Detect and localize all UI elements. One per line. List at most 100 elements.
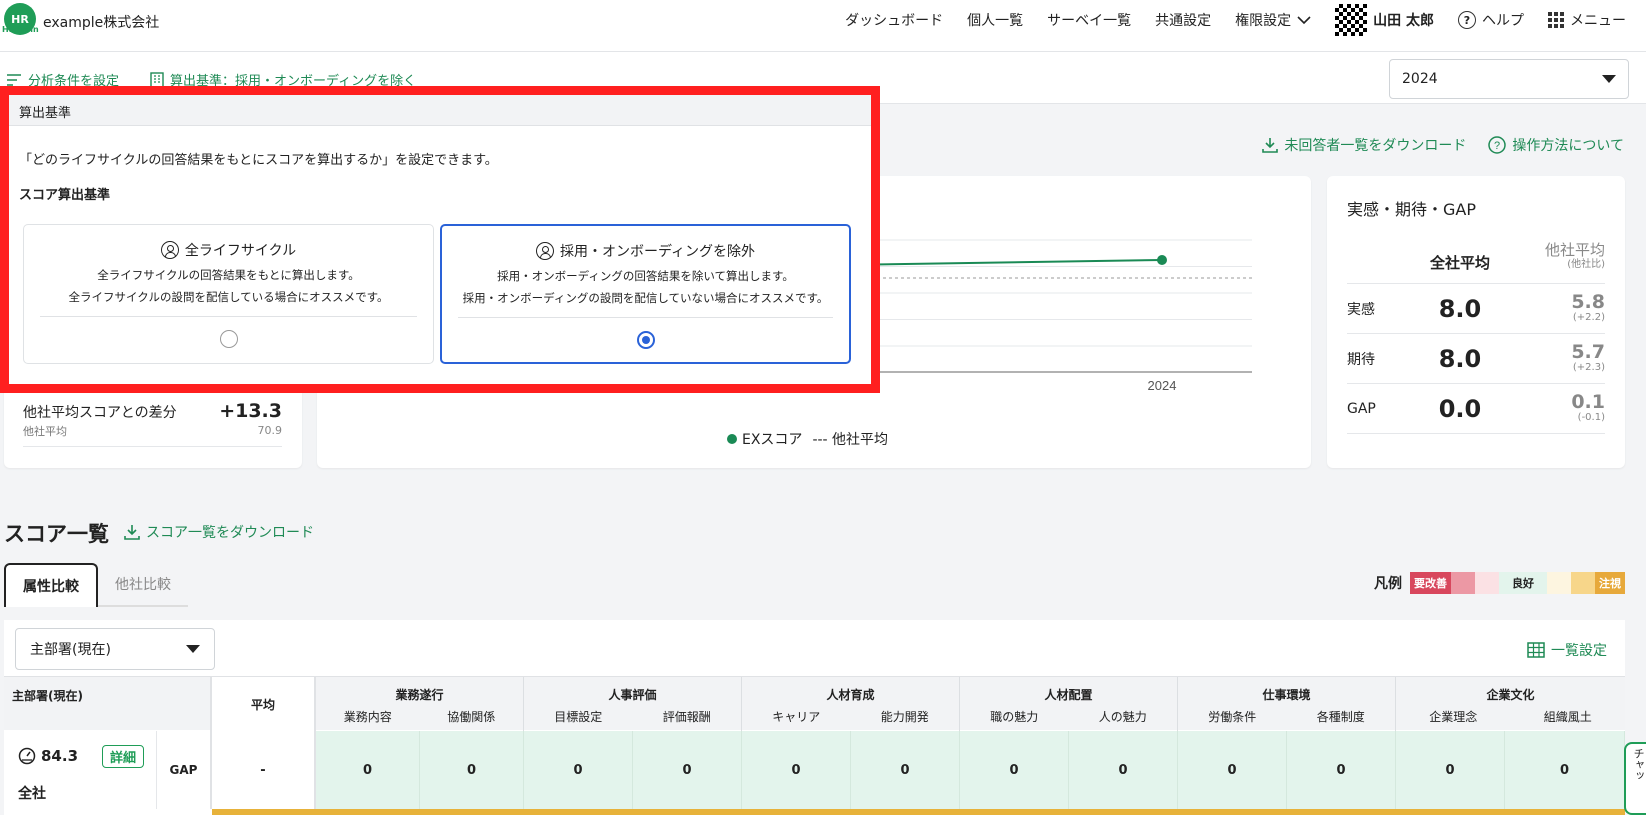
score-cell[interactable]: 0 — [742, 731, 851, 809]
year-select-value: 2024 — [1402, 71, 1438, 87]
apps-grid-icon — [1548, 12, 1564, 28]
th-group: 企業文化 企業理念 組織風土 — [1396, 677, 1625, 731]
table-row: 84.3 詳細 全社 GAP - 0 0 0 0 0 0 0 0 0 0 0 0 — [4, 731, 1625, 809]
nav-permissions[interactable]: 権限設定 — [1235, 10, 1311, 30]
nav-common-settings[interactable]: 共通設定 — [1155, 10, 1211, 30]
option-exclude-onboarding[interactable]: 採用・オンボーディングを除外 採用・オンボーディングの回答結果を除いて算出します… — [440, 224, 851, 364]
option-all-lifecycle[interactable]: 全ライフサイクル 全ライフサイクルの回答結果をもとに算出します。 全ライフサイク… — [23, 224, 434, 364]
dept-select[interactable]: 主部署(現在) — [15, 628, 215, 670]
nav-people[interactable]: 個人一覧 — [967, 10, 1023, 30]
score-cell[interactable]: 0 — [633, 731, 742, 809]
dept-select-value: 主部署(現在) — [30, 642, 111, 658]
help-label: ヘルプ — [1482, 13, 1524, 29]
legend-needs-improvement: 要改善 — [1410, 572, 1451, 594]
score-cell[interactable]: 0 — [1178, 731, 1287, 809]
howto-link[interactable]: ? 操作方法について — [1488, 135, 1624, 155]
tab-company-compare[interactable]: 他社比較 — [98, 563, 188, 607]
option-title: 採用・オンボーディングを除外 — [559, 244, 756, 260]
x-tick-label: 2024 — [1148, 378, 1177, 393]
series-ex-point[interactable] — [1157, 255, 1167, 265]
download-nonrespondents-label: 未回答者一覧をダウンロード — [1284, 138, 1467, 154]
th-sub: 業務内容 — [343, 710, 392, 724]
nav-permissions-label: 権限設定 — [1235, 13, 1292, 29]
popover-title: 算出基準 — [9, 95, 871, 126]
gap-col-industry-label: 他社平均 — [1544, 241, 1605, 259]
popover-subtitle: スコア算出基準 — [19, 188, 111, 203]
list-setting-label: 一覧設定 — [1551, 643, 1607, 659]
th-group: 人材配置 職の魅力 人の魅力 — [960, 677, 1178, 731]
nav-dashboard[interactable]: ダッシュボード — [845, 10, 943, 30]
chart-legend: EXスコア --- 他社平均 — [727, 429, 888, 449]
detail-button[interactable]: 詳細 — [102, 745, 145, 768]
th-group: 仕事環境 労働条件 各種制度 — [1178, 677, 1396, 731]
diff-label: 他社平均スコアとの差分 — [23, 405, 177, 421]
th-group-name: 業務遂行 — [395, 688, 444, 702]
radio-all-lifecycle[interactable] — [219, 330, 238, 348]
gap-col-industry: 他社平均 (他社比) — [1515, 238, 1605, 271]
score-cell[interactable]: 0 — [1396, 731, 1505, 809]
score-list-download-link[interactable]: スコア一覧をダウンロード — [124, 522, 314, 542]
gap-row-industry-diff: (+2.2) — [1572, 312, 1605, 324]
th-group-name: 人材育成 — [826, 688, 875, 702]
download-nonrespondents-link[interactable]: 未回答者一覧をダウンロード — [1262, 135, 1466, 155]
row-score-value: 84.3 — [41, 747, 79, 765]
score-table-header: 主部署(現在) 平均 業務遂行 業務内容 協働関係 人事評価 目標設定 評価報酬 人… — [4, 676, 1625, 731]
list-setting-link[interactable]: 一覧設定 — [1527, 640, 1607, 660]
main-nav: ダッシュボード 個人一覧 サーベイ一覧 共通設定 権限設定 山田 太郎 ? ヘル… — [845, 0, 1626, 40]
th-sub: 人の魅力 — [1098, 710, 1147, 724]
score-cell[interactable]: 0 — [420, 731, 524, 809]
th-group-name: 人材配置 — [1044, 688, 1093, 702]
tab-attribute-compare[interactable]: 属性比較 — [4, 563, 98, 607]
th-group-name: 人事評価 — [608, 688, 657, 702]
score-cell[interactable]: 0 — [1287, 731, 1396, 809]
user-name: 山田 太郎 — [1373, 13, 1434, 29]
company-name: example株式会社 — [43, 15, 160, 31]
score-cell[interactable]: 0 — [1069, 731, 1178, 809]
user-menu[interactable]: 山田 太郎 — [1335, 4, 1434, 36]
legend-ex-dot — [727, 434, 737, 444]
legend-swatch-6 — [1571, 572, 1595, 594]
th-sub: 評価報酬 — [662, 710, 711, 724]
gap-col-industry-sub: (他社比) — [1567, 259, 1605, 270]
menu-button[interactable]: メニュー — [1548, 10, 1626, 30]
chat-tab[interactable]: チャッ — [1624, 742, 1646, 815]
popover-description: 「どのライフサイクルの回答結果をもとにスコアを算出するか」を設定できます。 — [19, 153, 498, 168]
user-circle-icon — [160, 241, 179, 259]
th-sub: キャリア — [772, 710, 821, 724]
radio-exclude-onboarding[interactable] — [636, 331, 655, 349]
gap-table-header: 全社平均 他社平均 (他社比) — [1347, 238, 1605, 284]
nav-surveys[interactable]: サーベイ一覧 — [1047, 10, 1131, 30]
calc-basis-popover: 算出基準 「どのライフサイクルの回答結果をもとにスコアを算出するか」を設定できま… — [0, 86, 880, 393]
gap-col-company: 全社平均 — [1429, 254, 1490, 272]
question-circle-icon: ? — [1488, 136, 1507, 154]
option-title-row: 全ライフサイクル — [24, 240, 433, 260]
legend-swatch-5 — [1547, 572, 1571, 594]
th-sub: 企業理念 — [1429, 710, 1478, 724]
score-cell[interactable]: 0 — [960, 731, 1069, 809]
gap-row-industry-main: 0.1 — [1571, 391, 1605, 414]
score-cell[interactable]: 0 — [524, 731, 633, 809]
score-cell[interactable]: 0 — [316, 731, 420, 809]
option-title: 全ライフサイクル — [184, 243, 297, 259]
score-list-title: スコア一覧 — [4, 522, 109, 546]
comparison-tabs: 属性比較 他社比較 — [4, 563, 188, 607]
gap-row-company-value: 0.0 — [1438, 394, 1482, 423]
th-department: 主部署(現在) — [12, 689, 83, 703]
legend-good: 良好 — [1499, 572, 1547, 594]
user-circle-icon — [535, 242, 554, 260]
divider — [458, 317, 833, 318]
gap-row-gap: GAP 0.0 0.1 (-0.1) — [1347, 384, 1605, 434]
diff-value: +13.3 — [219, 400, 282, 422]
score-cell[interactable]: 0 — [1505, 731, 1625, 809]
legend-swatch-3 — [1475, 572, 1499, 594]
howto-label: 操作方法について — [1512, 138, 1624, 154]
gap-row-industry-value: 5.8 (+2.2) — [1515, 292, 1605, 324]
th-sub: 協働関係 — [447, 710, 496, 724]
gap-row-industry-main: 5.7 — [1571, 341, 1605, 364]
score-cell[interactable]: 0 — [851, 731, 960, 809]
gap-row-company-value: 8.0 — [1438, 344, 1482, 373]
year-select[interactable]: 2024 — [1389, 59, 1629, 99]
help-link[interactable]: ? ヘルプ — [1458, 10, 1524, 30]
legend-swatch-2 — [1451, 572, 1475, 594]
th-sub: 労働条件 — [1208, 710, 1257, 724]
